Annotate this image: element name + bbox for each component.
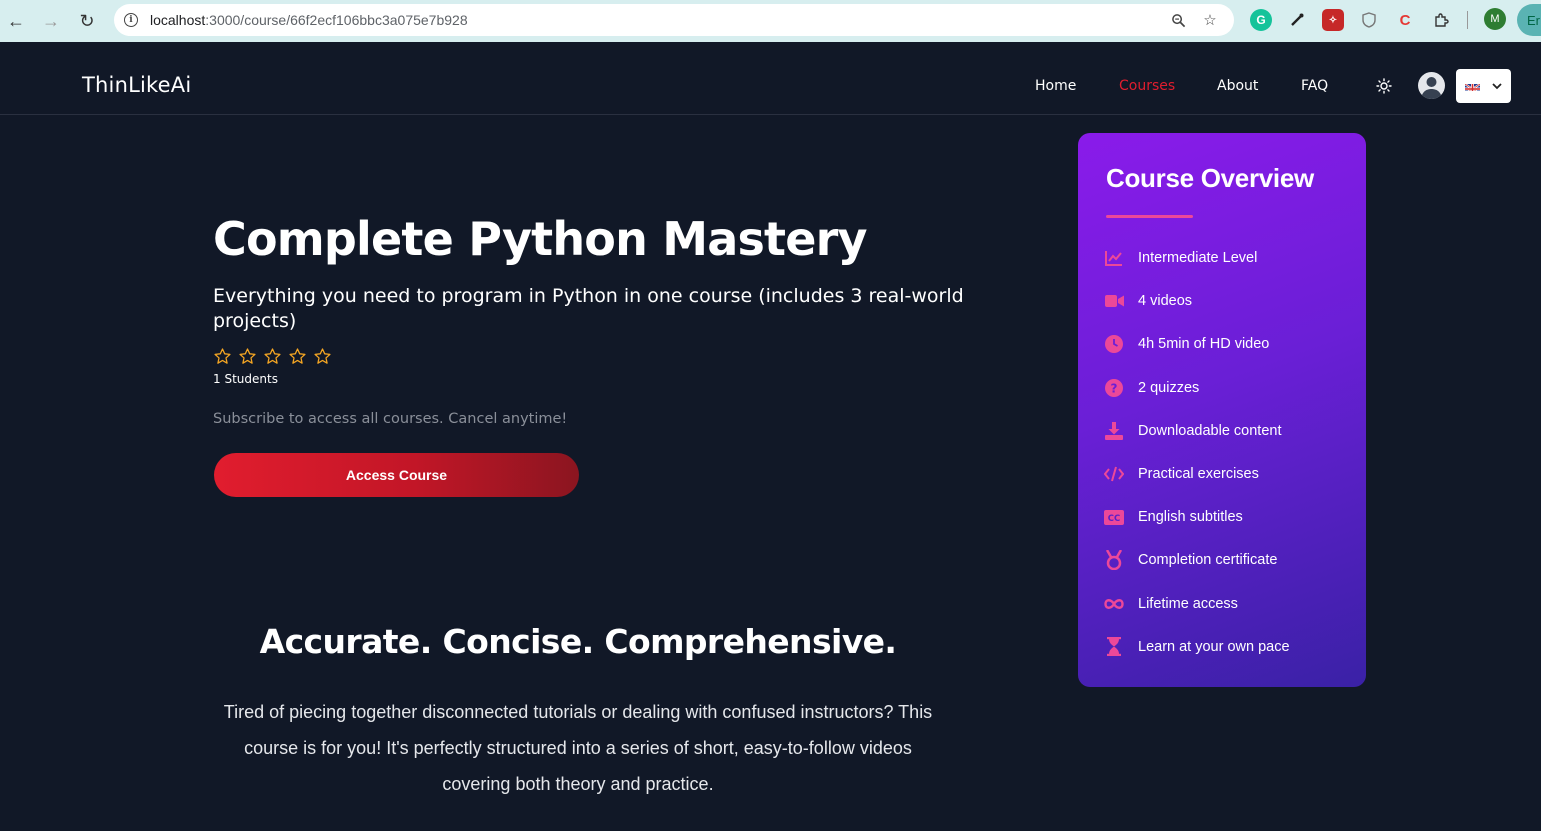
chart-line-icon <box>1104 248 1124 268</box>
bookmark-star-icon[interactable]: ☆ <box>1200 10 1220 30</box>
overview-item-label: Downloadable content <box>1138 422 1282 439</box>
overview-item-label: English subtitles <box>1138 509 1243 526</box>
color-picker-extension-icon[interactable] <box>1286 9 1308 31</box>
toolbar-divider <box>1467 11 1468 29</box>
access-course-button[interactable]: Access Course <box>214 453 579 497</box>
c-extension-icon[interactable]: C <box>1394 9 1416 31</box>
nav-about[interactable]: About <box>1217 78 1258 94</box>
overview-item: Completion certificate <box>1104 548 1277 572</box>
overview-item-label: 2 quizzes <box>1138 379 1200 396</box>
overview-item: Practical exercises <box>1104 462 1259 486</box>
course-subtitle: Everything you need to program in Python… <box>213 285 964 332</box>
address-url[interactable]: localhost:3000/course/66f2ecf106bbc3a075… <box>150 12 468 28</box>
site-header: ThinLikeAi Home Courses About FAQ <box>0 42 1541 115</box>
svg-text:CC: CC <box>1108 514 1120 524</box>
overview-item: CC English subtitles <box>1104 505 1243 529</box>
extensions-puzzle-icon[interactable] <box>1430 9 1452 31</box>
language-select[interactable] <box>1456 69 1511 103</box>
overview-title-underline <box>1106 215 1193 218</box>
overview-item-label: Learn at your own pace <box>1138 638 1290 655</box>
red-extension-icon[interactable]: ✧ <box>1322 9 1344 31</box>
overview-item: 4h 5min of HD video <box>1104 332 1269 356</box>
url-host: localhost <box>150 12 206 28</box>
shield-extension-icon[interactable] <box>1358 9 1380 31</box>
browser-toolbar: ← → ↻ i localhost:3000/course/66f2ecf106… <box>0 0 1541 42</box>
zoom-icon[interactable] <box>1168 10 1188 30</box>
infinity-icon <box>1104 594 1124 614</box>
students-count: 1 Students <box>213 372 278 386</box>
star-icon[interactable] <box>213 347 232 366</box>
star-icon[interactable] <box>263 347 282 366</box>
hourglass-icon <box>1104 637 1124 657</box>
overview-item-label: 4 videos <box>1138 293 1193 310</box>
overview-item-label: Practical exercises <box>1138 466 1259 482</box>
course-title: Complete Python Mastery <box>213 212 868 266</box>
overview-item: 4 videos <box>1104 289 1192 313</box>
overview-item-label: 4h 5min of HD video <box>1138 336 1270 353</box>
chevron-down-icon <box>1492 77 1502 95</box>
site-logo[interactable]: ThinLikeAi <box>82 73 191 97</box>
svg-text:?: ? <box>1111 381 1118 395</box>
clock-icon <box>1104 334 1124 354</box>
site-info-icon[interactable]: i <box>124 13 138 27</box>
overview-title: Course Overview <box>1106 163 1314 193</box>
theme-toggle-sun-icon[interactable] <box>1374 76 1394 96</box>
back-icon[interactable]: ← <box>0 3 34 39</box>
subscribe-note: Subscribe to access all courses. Cancel … <box>213 411 568 427</box>
overview-item-label: Lifetime access <box>1138 595 1238 612</box>
star-icon[interactable] <box>288 347 307 366</box>
forward-icon[interactable]: → <box>33 3 69 39</box>
reload-icon[interactable]: ↻ <box>69 3 105 39</box>
profile-avatar[interactable]: M <box>1484 8 1506 30</box>
overview-item-label: Intermediate Level <box>1138 250 1258 266</box>
overview-item-label: Completion certificate <box>1138 552 1278 569</box>
question-circle-icon: ? <box>1104 378 1124 398</box>
browser-edge-chip[interactable]: Er <box>1517 4 1541 36</box>
nav-home[interactable]: Home <box>1035 78 1076 94</box>
overview-item: Downloadable content <box>1104 419 1282 443</box>
nav-courses[interactable]: Courses <box>1119 78 1175 94</box>
star-icon[interactable] <box>238 347 257 366</box>
section-title: Accurate. Concise. Comprehensive. <box>259 622 897 661</box>
overview-item: ? 2 quizzes <box>1104 376 1199 400</box>
star-icon[interactable] <box>313 347 332 366</box>
overview-item: Learn at your own pace <box>1104 635 1290 659</box>
address-bar[interactable]: i localhost:3000/course/66f2ecf106bbc3a0… <box>114 4 1234 36</box>
medal-icon <box>1104 550 1124 571</box>
course-overview-card: Course Overview Intermediate Level 4 vide… <box>1078 133 1366 687</box>
overview-item: Lifetime access <box>1104 592 1238 616</box>
nav-faq[interactable]: FAQ <box>1301 78 1328 94</box>
download-icon <box>1104 421 1124 441</box>
url-path: :3000/course/66f2ecf106bbc3a075e7b928 <box>205 12 468 28</box>
overview-item: Intermediate Level <box>1104 246 1257 270</box>
code-icon <box>1104 464 1124 484</box>
rating-stars[interactable] <box>213 347 332 366</box>
section-description: Tired of piecing together disconnected t… <box>223 702 933 794</box>
user-avatar[interactable] <box>1418 72 1445 99</box>
uk-flag-icon <box>1465 81 1480 91</box>
closed-caption-icon: CC <box>1104 507 1124 527</box>
grammarly-extension-icon[interactable]: G <box>1250 9 1272 31</box>
video-camera-icon <box>1104 291 1124 311</box>
